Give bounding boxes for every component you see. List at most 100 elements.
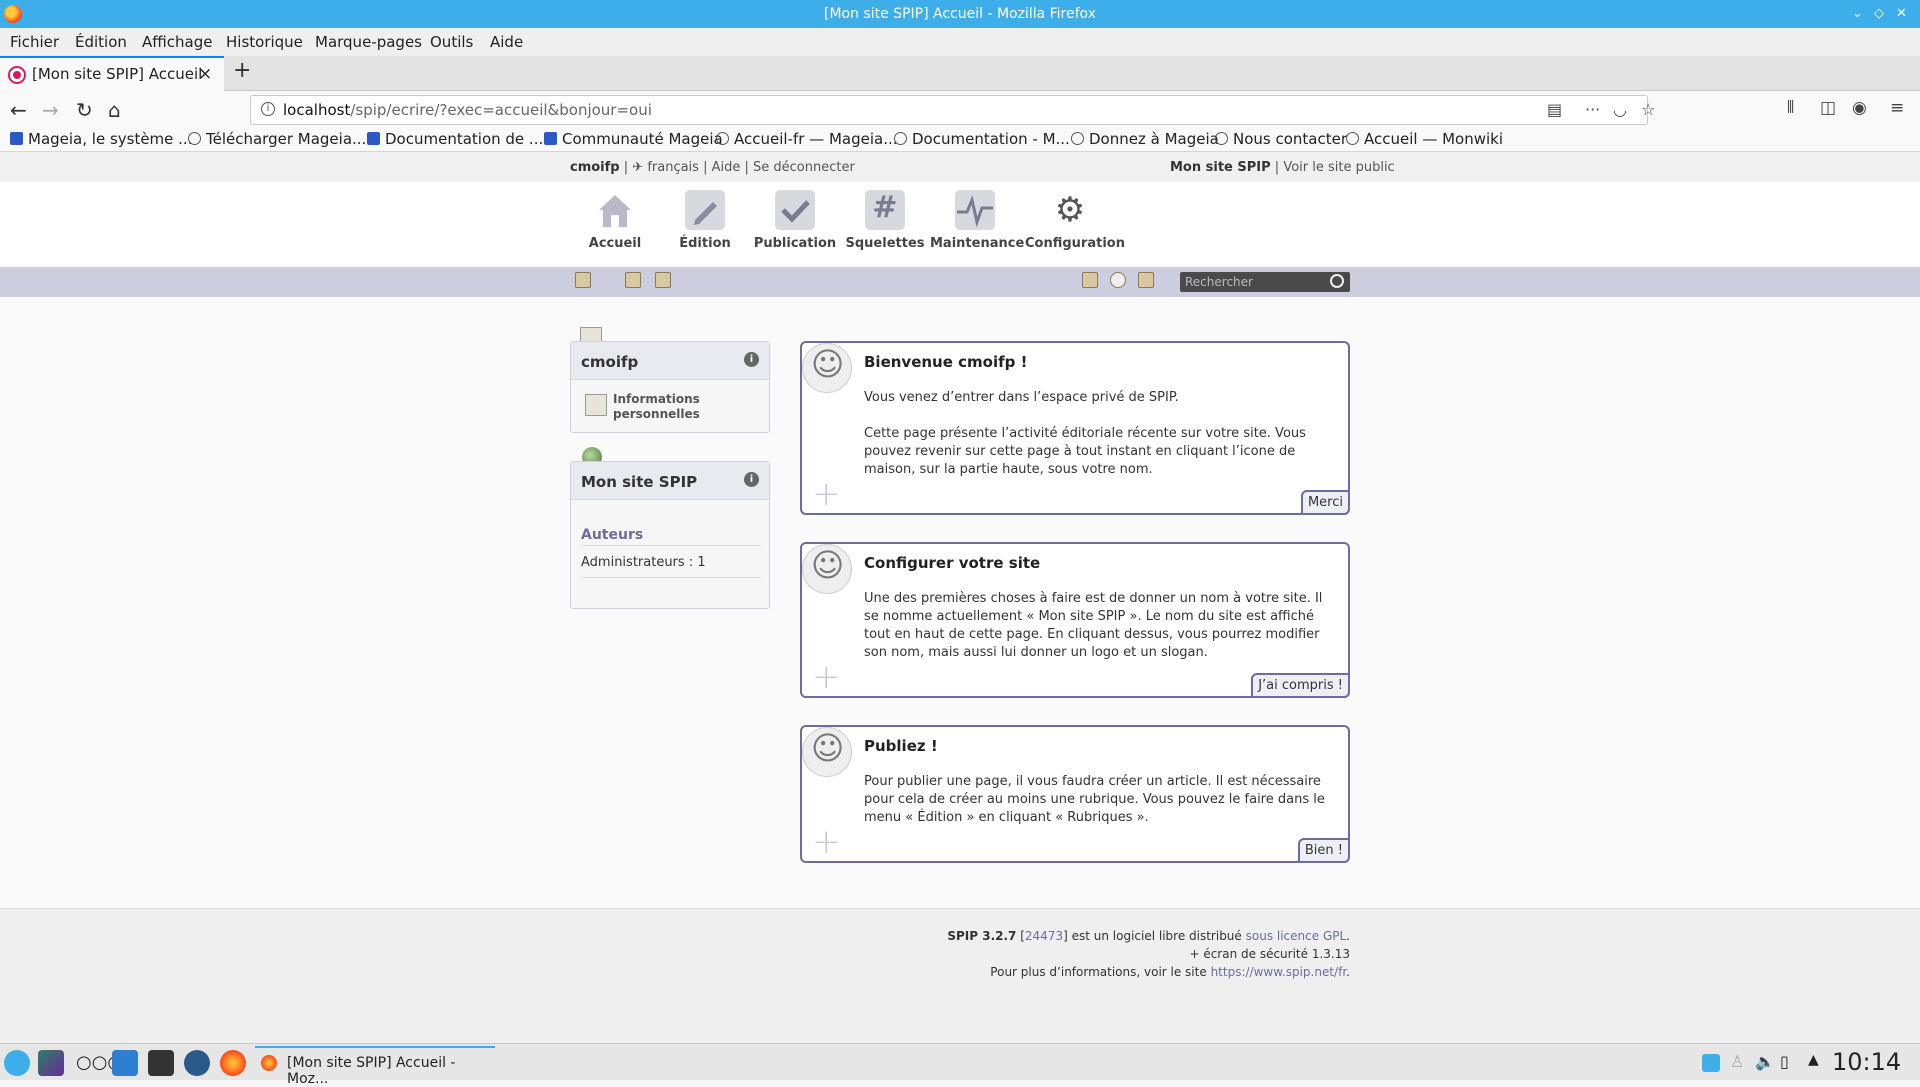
revision-link[interactable]: 24473 (1025, 929, 1063, 943)
back-icon[interactable]: ← (10, 98, 27, 122)
reload-icon[interactable]: ↻ (76, 98, 93, 122)
nav-configuration[interactable]: ⚙ Configuration (1025, 190, 1125, 251)
new-rubrique-icon[interactable] (625, 272, 641, 288)
help-link[interactable]: Aide (712, 160, 741, 175)
library-icon[interactable]: ⫴ (1787, 98, 1794, 118)
menu-marque-pages[interactable]: Marque-pages (315, 33, 422, 51)
volume-icon[interactable]: 🔈 (1755, 1052, 1775, 1071)
nav-publication[interactable]: Publication (750, 190, 840, 251)
menu-outils[interactable]: Outils (430, 33, 473, 51)
sitemap-icon[interactable] (575, 272, 591, 288)
public-site-link[interactable]: Voir le site public (1283, 160, 1394, 175)
menu-aide[interactable]: Aide (490, 33, 523, 51)
file-manager-icon[interactable] (112, 1050, 138, 1076)
menu-fichier[interactable]: Fichier (10, 33, 59, 51)
account-icon[interactable]: ◉ (1852, 98, 1867, 118)
bookmark-item[interactable]: Donnez à Mageia (1071, 130, 1219, 148)
window-title: [Mon site SPIP] Accueil - Mozilla Firefo… (824, 6, 1096, 22)
reader-view-icon[interactable]: ▤ (1547, 100, 1562, 119)
logout-link[interactable]: Se déconnecter (753, 160, 855, 175)
divider (581, 545, 761, 546)
url-text[interactable]: localhost/spip/ecrire/?exec=accueil&bonj… (283, 101, 652, 119)
site-box-header: Mon site SPIP i (571, 462, 769, 500)
nav-edition[interactable]: Édition (660, 190, 750, 251)
nav-accueil[interactable]: Accueil (570, 190, 660, 251)
merci-button[interactable]: Merci (1300, 490, 1350, 515)
sidebar-icon[interactable]: ◫ (1820, 98, 1836, 118)
bookmark-item[interactable]: Nous contacter (1215, 130, 1347, 148)
plus-icon[interactable]: + (812, 477, 841, 511)
globe-icon (188, 132, 201, 145)
tasks-icon[interactable] (1082, 272, 1098, 288)
firefox-icon (261, 1055, 277, 1071)
clipboard-icon[interactable]: ▯ (1780, 1052, 1789, 1071)
menu-bar: Fichier Édition Affichage Historique Mar… (0, 28, 1920, 56)
bookmark-item[interactable]: Documentation - M... (894, 130, 1070, 148)
plus-icon[interactable]: + (812, 660, 841, 694)
site-name-link[interactable]: Mon site SPIP (1170, 160, 1271, 175)
url-bar[interactable]: i localhost/spip/ecrire/?exec=accueil&bo… (250, 95, 1655, 125)
toolbar-secondary (0, 267, 1920, 297)
info-icon[interactable]: i (744, 352, 759, 367)
tray-expand-icon[interactable]: ▲ (1808, 1052, 1819, 1068)
nav-maintenance[interactable]: Maintenance (930, 190, 1024, 251)
plus-icon[interactable]: + (812, 825, 841, 859)
bookmark-item[interactable]: Accueil-fr — Mageia... (716, 130, 898, 148)
user-icon[interactable]: ♙ (1730, 1052, 1744, 1071)
search-input[interactable]: Rechercher (1180, 272, 1350, 292)
forward-icon[interactable]: → (42, 98, 59, 122)
bookmark-item[interactable]: Documentation de ... (367, 130, 543, 148)
menu-edition[interactable]: Édition (75, 33, 127, 51)
globe-icon (1071, 132, 1084, 145)
pocket-icon[interactable]: ◡ (1613, 100, 1627, 119)
tab-active[interactable]: [Mon site SPIP] Accueil × (0, 56, 224, 92)
bookmark-item[interactable]: Télécharger Mageia... (188, 130, 366, 148)
bookmark-star-icon[interactable]: ☆ (1641, 100, 1655, 119)
menu-historique[interactable]: Historique (226, 33, 303, 51)
footer-line-1: SPIP 3.2.7 [24473] est un logiciel libre… (947, 929, 1350, 943)
personal-info-link[interactable]: Informations personnelles (613, 392, 713, 422)
info-icon[interactable]: i (744, 472, 759, 487)
bookmark-item[interactable]: Communauté Mageia (544, 130, 723, 148)
site-info-icon[interactable]: i (261, 102, 275, 116)
bookmark-item[interactable]: Mageia, le système ... (10, 130, 192, 148)
terminal-icon[interactable] (148, 1050, 174, 1076)
menu-affichage[interactable]: Affichage (142, 33, 212, 51)
hamburger-menu-icon[interactable]: ≡ (1890, 98, 1904, 118)
more-apps-icon[interactable]: ○○○ (76, 1050, 123, 1076)
app-launcher-icon[interactable] (4, 1050, 30, 1076)
compris-button[interactable]: J’ai compris ! (1251, 673, 1350, 698)
briefcase-icon[interactable] (1138, 272, 1154, 288)
tab-close-icon[interactable]: × (198, 64, 212, 84)
authors-heading[interactable]: Auteurs (581, 527, 643, 543)
home-icon[interactable]: ⌂ (108, 98, 121, 122)
minimize-icon[interactable]: ⌄ (1852, 0, 1863, 28)
firefox-taskbar-icon[interactable] (220, 1050, 246, 1076)
user-link[interactable]: cmoifp (570, 160, 620, 175)
user-name: cmoifp (581, 353, 639, 371)
messages-icon[interactable] (1110, 272, 1126, 288)
site-box: Mon site SPIP i Auteurs Administrateurs … (570, 461, 770, 609)
footer-line-2: + écran de sécurité 1.3.13 (1189, 947, 1350, 961)
maximize-icon[interactable]: ◇ (1874, 0, 1884, 28)
search-icon[interactable] (1330, 274, 1344, 288)
globe-icon (1346, 132, 1359, 145)
new-article-icon[interactable] (655, 272, 671, 288)
bien-button[interactable]: Bien ! (1297, 838, 1350, 863)
new-tab-button[interactable]: + (233, 58, 251, 83)
bookmark-item[interactable]: Accueil — Monwiki (1346, 130, 1503, 148)
settings-icon[interactable] (184, 1050, 210, 1076)
taskbar-window-item[interactable]: [Mon site SPIP] Accueil - Moz... (255, 1046, 495, 1087)
network-icon[interactable] (1702, 1054, 1720, 1072)
close-window-icon[interactable]: ✕ (1896, 0, 1907, 28)
nav-squelettes[interactable]: # Squelettes (840, 190, 930, 251)
card-title: Publiez ! (864, 737, 938, 755)
spip-site-link[interactable]: https://www.spip.net/fr (1211, 965, 1347, 979)
clock: 10:14 (1832, 1048, 1902, 1076)
desktop-pager-icon[interactable] (38, 1050, 64, 1076)
card-text: Vous venez d’entrer dans l’espace privé … (864, 390, 1179, 405)
license-link[interactable]: sous licence GPL (1246, 929, 1347, 943)
spip-favicon-icon (10, 68, 24, 82)
language-link[interactable]: français (647, 160, 699, 175)
page-actions-icon[interactable]: ··· (1585, 100, 1600, 119)
